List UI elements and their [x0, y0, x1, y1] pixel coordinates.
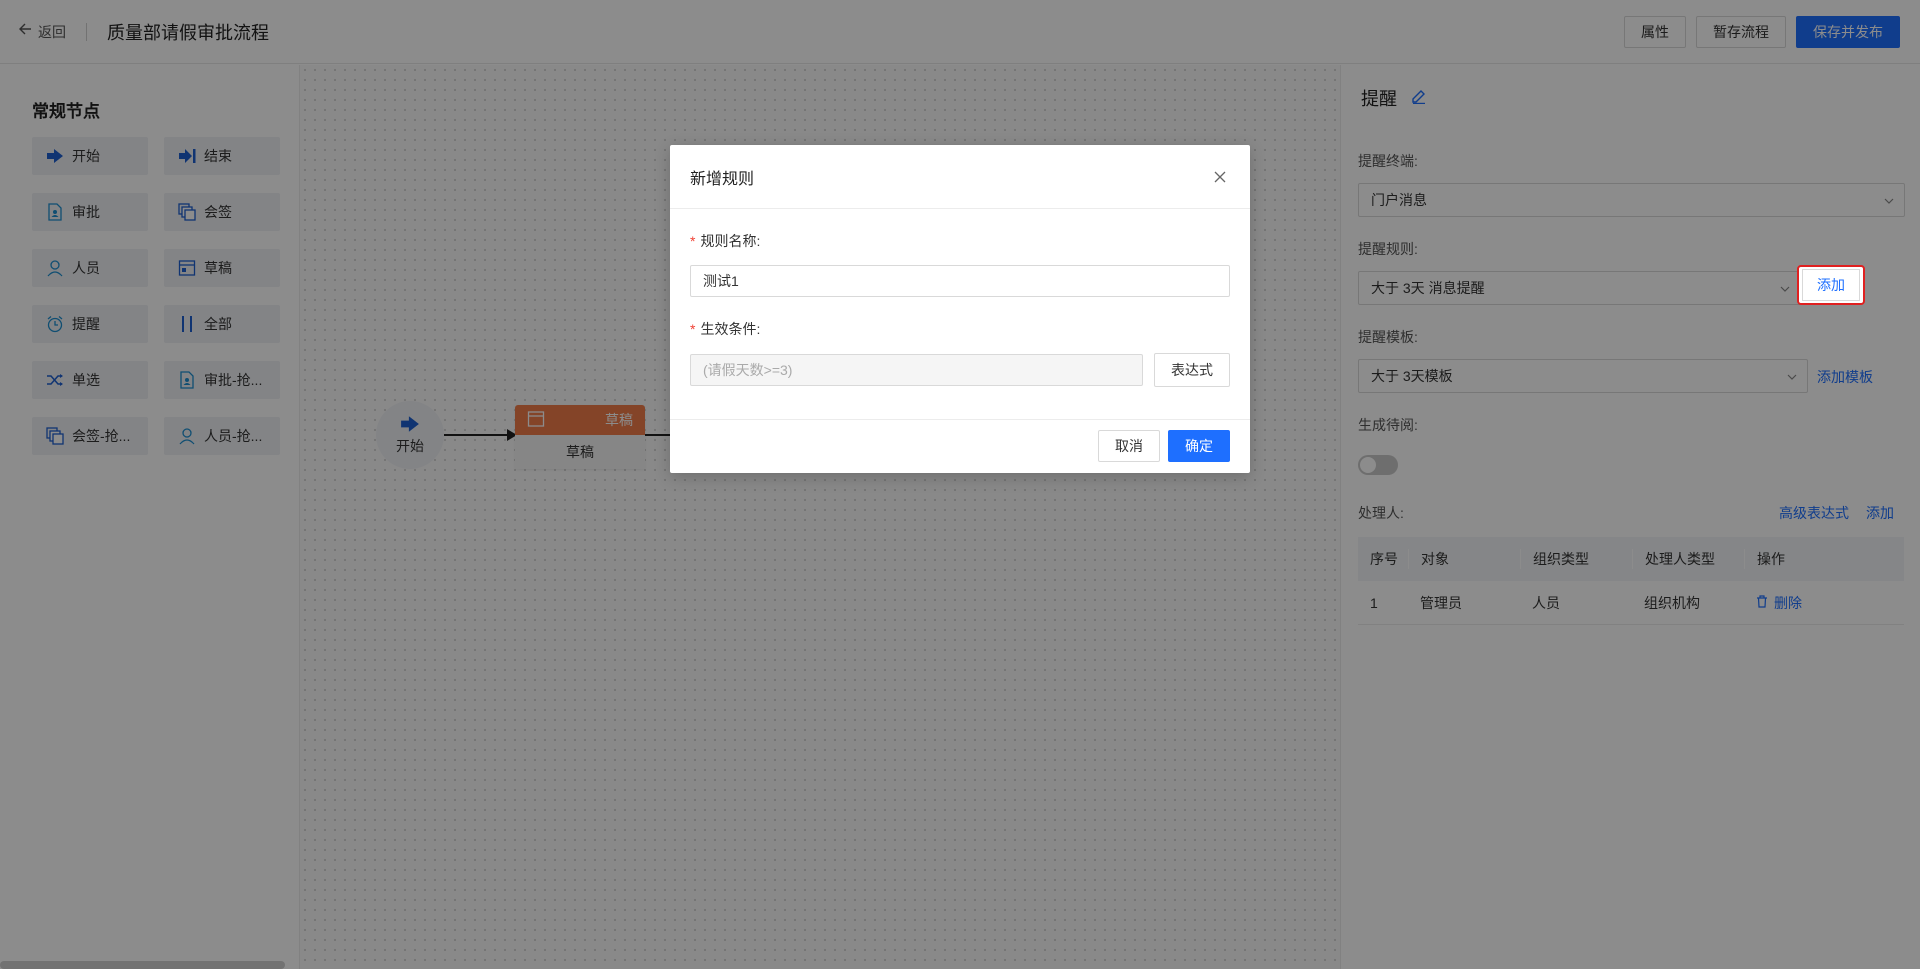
- dialog-header: 新增规则: [670, 145, 1250, 209]
- condition-input[interactable]: [690, 354, 1143, 386]
- rule-name-input[interactable]: [690, 265, 1230, 297]
- add-rule-dialog: 新增规则 *规则名称: *生效条件: 表达式 取消 确定: [670, 145, 1250, 473]
- dialog-footer: 取消 确定: [670, 419, 1250, 473]
- confirm-button[interactable]: 确定: [1168, 430, 1230, 462]
- rule-name-label: * 规则名称:: [690, 231, 760, 251]
- required-marker: *: [690, 321, 696, 337]
- condition-label: * 生效条件:: [690, 319, 760, 339]
- expression-button[interactable]: 表达式: [1154, 353, 1230, 387]
- close-icon[interactable]: [1210, 167, 1230, 187]
- condition-label-text: 生效条件:: [700, 321, 761, 337]
- dialog-title: 新增规则: [690, 170, 755, 188]
- cancel-button[interactable]: 取消: [1098, 430, 1160, 462]
- add-rule-button[interactable]: 添加: [1802, 269, 1860, 301]
- rule-name-label-text: 规则名称:: [700, 233, 761, 249]
- required-marker: *: [690, 233, 696, 249]
- add-rule-button-highlight: 添加: [1797, 265, 1865, 305]
